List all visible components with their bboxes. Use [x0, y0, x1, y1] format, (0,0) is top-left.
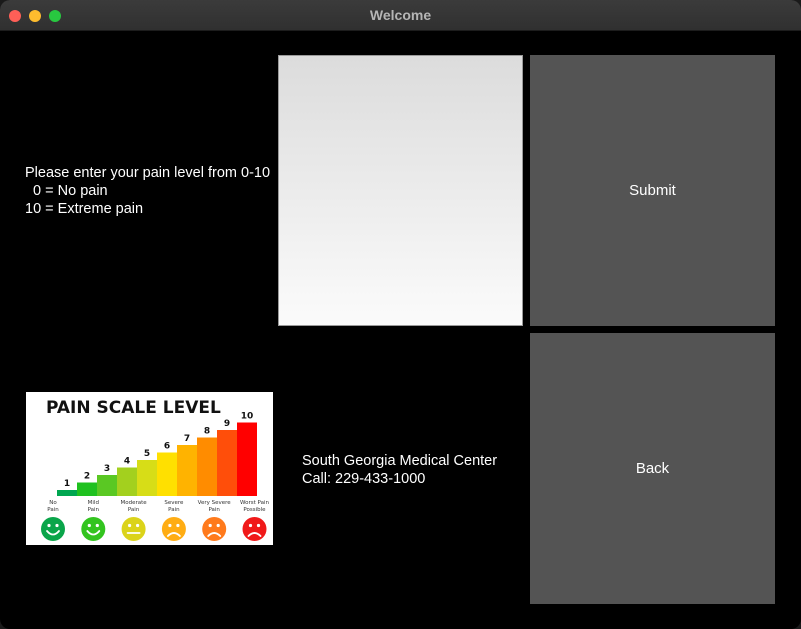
pain-level-number: 3: [104, 464, 110, 474]
face-eye: [47, 523, 51, 528]
hospital-phone: Call: 229-433-1000: [302, 471, 426, 487]
pain-level-number: 7: [184, 434, 190, 444]
face-eye: [248, 523, 253, 528]
pain-category-label: Pain: [88, 507, 100, 513]
instruction-line-1: Please enter your pain level from 0-10: [25, 165, 271, 181]
pain-level-number: 1: [64, 479, 70, 489]
pain-level-number: 4: [124, 457, 130, 467]
pain-scale-image: PAIN SCALE LEVEL 1 2 3 4 5 6 7 8 9 10 No Pain Mild Pa…: [26, 392, 273, 545]
submit-button[interactable]: Submit: [530, 55, 775, 326]
contact-info: South Georgia Medical Center Call: 229-4…: [302, 452, 497, 488]
face-eye: [136, 523, 140, 528]
window-title: Welcome: [369, 7, 432, 23]
face-eye: [216, 523, 220, 528]
pain-level-bar: [77, 482, 97, 496]
pain-level-number: 10: [241, 412, 254, 422]
pain-level-number: 6: [164, 442, 170, 452]
face-eye: [256, 523, 261, 528]
pain-category-label: Pain: [208, 507, 220, 513]
pain-instructions: Please enter your pain level from 0-10 0…: [25, 164, 270, 218]
face-eye: [87, 523, 91, 528]
pain-category-label: Very Severe: [198, 500, 232, 506]
pain-level-number: 9: [224, 419, 230, 429]
pain-category-label: Severe: [164, 500, 184, 506]
face-crying-icon: [242, 517, 267, 541]
pain-level-bar: [197, 437, 217, 496]
face-eye: [176, 523, 180, 528]
pain-level-number: 2: [84, 472, 90, 482]
back-button[interactable]: Back: [530, 333, 775, 604]
pain-scale-graphic: PAIN SCALE LEVEL 12345678910NoPainMildPa…: [41, 398, 269, 541]
pain-level-input[interactable]: [278, 55, 523, 326]
pain-category-label: No: [49, 500, 57, 506]
pain-category-label: Mild: [88, 500, 99, 506]
pain-category-label: Pain: [128, 507, 140, 513]
title-bar: Welcome: [0, 0, 801, 31]
pain-scale-title: PAIN SCALE LEVEL: [46, 398, 221, 418]
pain-category-label: Worst Pain: [240, 500, 269, 506]
pain-category-label: Pain: [168, 507, 180, 513]
pain-level-bar: [217, 430, 237, 496]
pain-category-label: Pain: [47, 507, 59, 513]
face-neutral-icon: [121, 517, 146, 541]
pain-level-bar: [57, 490, 77, 496]
app-window: Welcome Please enter your pain level fro…: [0, 0, 801, 629]
pain-level-number: 5: [144, 449, 150, 459]
pain-category-label: Possible: [243, 507, 266, 513]
pain-level-bar: [137, 460, 157, 496]
face-happy-icon: [81, 517, 106, 541]
pain-level-bar: [157, 452, 177, 496]
face-sad-icon: [161, 517, 186, 541]
face-happy-icon: [41, 517, 65, 541]
face-eye: [95, 523, 99, 528]
instruction-line-3: 10 = Extreme pain: [25, 201, 144, 217]
hospital-name: South Georgia Medical Center: [302, 453, 498, 469]
face-eye: [55, 523, 59, 528]
face-eye: [128, 523, 132, 528]
face-sad-icon: [202, 517, 227, 541]
face-eye: [168, 523, 172, 528]
pain-level-bar: [117, 467, 137, 496]
pain-level-bar: [97, 475, 117, 496]
face-eye: [208, 523, 212, 528]
pain-category-label: Moderate: [121, 500, 148, 506]
pain-level-bar: [177, 445, 197, 496]
pain-level-bar: [237, 422, 257, 496]
pain-level-number: 8: [204, 427, 210, 437]
instruction-line-2: 0 = No pain: [25, 183, 108, 199]
